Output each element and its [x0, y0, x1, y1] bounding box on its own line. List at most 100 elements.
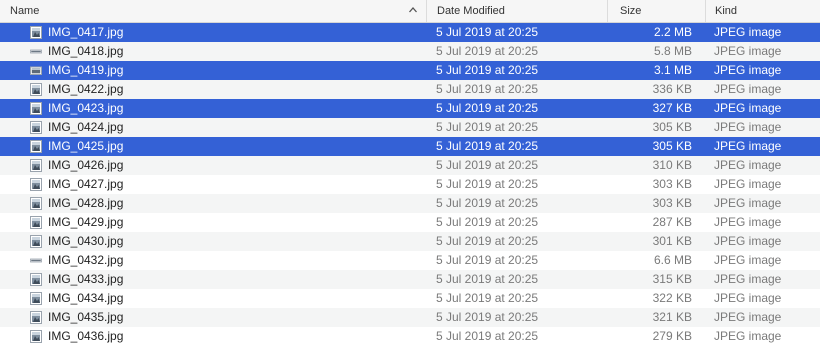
file-row[interactable]: IMG_0427.jpg 5 Jul 2019 at 20:25 303 KB JPE…: [0, 175, 820, 194]
file-name-cell: IMG_0427.jpg: [0, 175, 427, 194]
file-name-cell: IMG_0428.jpg: [0, 194, 427, 213]
column-header-date-modified[interactable]: Date Modified: [427, 0, 608, 22]
file-kind: JPEG image: [714, 158, 782, 172]
file-row[interactable]: IMG_0430.jpg 5 Jul 2019 at 20:25 301 KB JPE…: [0, 232, 820, 251]
portrait-photo-icon: [30, 102, 42, 115]
file-kind: JPEG image: [714, 82, 782, 96]
file-date-modified: 5 Jul 2019 at 20:25: [436, 177, 539, 191]
file-name-cell: IMG_0418.jpg: [0, 42, 427, 61]
file-name: IMG_0424.jpg: [48, 120, 124, 134]
file-kind: JPEG image: [714, 101, 782, 115]
panorama-photo-icon: [30, 45, 42, 58]
file-row[interactable]: IMG_0419.jpg 5 Jul 2019 at 20:25 3.1 MB JPE…: [0, 61, 820, 80]
finder-list-view: Name Date Modified Size Kind IMG_0417.jp…: [0, 0, 820, 344]
landscape-photo-icon: [30, 64, 42, 77]
file-date-modified: 5 Jul 2019 at 20:25: [436, 25, 539, 39]
portrait-photo-icon: [30, 178, 42, 191]
portrait-photo-icon: [30, 273, 42, 286]
file-name-cell: IMG_0426.jpg: [0, 156, 427, 175]
file-name: IMG_0426.jpg: [48, 158, 124, 172]
file-date-modified: 5 Jul 2019 at 20:25: [436, 310, 539, 324]
file-name-cell: IMG_0432.jpg: [0, 251, 427, 270]
portrait-photo-icon: [30, 216, 42, 229]
column-header-name[interactable]: Name: [0, 0, 427, 22]
portrait-photo-icon: [30, 26, 42, 39]
file-date-modified: 5 Jul 2019 at 20:25: [436, 253, 539, 267]
file-name: IMG_0427.jpg: [48, 177, 124, 191]
file-date-modified: 5 Jul 2019 at 20:25: [436, 139, 539, 153]
file-name: IMG_0434.jpg: [48, 291, 124, 305]
file-kind: JPEG image: [714, 272, 782, 286]
file-row[interactable]: IMG_0422.jpg 5 Jul 2019 at 20:25 336 KB JPE…: [0, 80, 820, 99]
chevron-up-icon: [409, 7, 417, 13]
file-size: 3.1 MB: [653, 63, 692, 77]
file-size: 322 KB: [652, 291, 692, 305]
file-row[interactable]: IMG_0436.jpg 5 Jul 2019 at 20:25 279 KB JPE…: [0, 327, 820, 344]
portrait-photo-icon: [30, 235, 42, 248]
file-row[interactable]: IMG_0428.jpg 5 Jul 2019 at 20:25 303 KB JPE…: [0, 194, 820, 213]
file-row[interactable]: IMG_0433.jpg 5 Jul 2019 at 20:25 315 KB JPE…: [0, 270, 820, 289]
file-row[interactable]: IMG_0417.jpg 5 Jul 2019 at 20:25 2.2 MB JPE…: [0, 23, 820, 42]
file-date-modified: 5 Jul 2019 at 20:25: [436, 196, 539, 210]
file-kind: JPEG image: [714, 44, 782, 58]
column-header-date-label: Date Modified: [437, 5, 505, 17]
file-row[interactable]: IMG_0435.jpg 5 Jul 2019 at 20:25 321 KB JPE…: [0, 308, 820, 327]
file-name-cell: IMG_0422.jpg: [0, 80, 427, 99]
file-row[interactable]: IMG_0429.jpg 5 Jul 2019 at 20:25 287 KB JPE…: [0, 213, 820, 232]
file-row[interactable]: IMG_0424.jpg 5 Jul 2019 at 20:25 305 KB JPE…: [0, 118, 820, 137]
file-name: IMG_0419.jpg: [48, 63, 124, 77]
portrait-photo-icon: [30, 83, 42, 96]
file-row[interactable]: IMG_0434.jpg 5 Jul 2019 at 20:25 322 KB JPE…: [0, 289, 820, 308]
file-size: 5.8 MB: [653, 44, 692, 58]
file-name-cell: IMG_0433.jpg: [0, 270, 427, 289]
file-kind: JPEG image: [714, 120, 782, 134]
file-date-modified: 5 Jul 2019 at 20:25: [436, 329, 539, 343]
panorama-photo-icon: [30, 254, 42, 267]
file-name-cell: IMG_0429.jpg: [0, 213, 427, 232]
file-size: 303 KB: [652, 196, 692, 210]
file-name-cell: IMG_0436.jpg: [0, 327, 427, 344]
file-date-modified: 5 Jul 2019 at 20:25: [436, 120, 539, 134]
file-date-modified: 5 Jul 2019 at 20:25: [436, 234, 539, 248]
file-name: IMG_0429.jpg: [48, 215, 124, 229]
file-list: IMG_0417.jpg 5 Jul 2019 at 20:25 2.2 MB JPE…: [0, 23, 820, 344]
file-name-cell: IMG_0417.jpg: [0, 23, 427, 42]
file-size: 327 KB: [652, 101, 692, 115]
file-name-cell: IMG_0423.jpg: [0, 99, 427, 118]
portrait-photo-icon: [30, 140, 42, 153]
portrait-photo-icon: [30, 311, 42, 324]
file-size: 303 KB: [652, 177, 692, 191]
file-row[interactable]: IMG_0425.jpg 5 Jul 2019 at 20:25 305 KB JPE…: [0, 137, 820, 156]
file-date-modified: 5 Jul 2019 at 20:25: [436, 272, 539, 286]
file-size: 279 KB: [652, 329, 692, 343]
file-date-modified: 5 Jul 2019 at 20:25: [436, 63, 539, 77]
file-row[interactable]: IMG_0418.jpg 5 Jul 2019 at 20:25 5.8 MB JPE…: [0, 42, 820, 61]
column-header-kind-label: Kind: [715, 5, 738, 17]
portrait-photo-icon: [30, 121, 42, 134]
file-kind: JPEG image: [714, 329, 782, 343]
file-row[interactable]: IMG_0432.jpg 5 Jul 2019 at 20:25 6.6 MB JPE…: [0, 251, 820, 270]
file-size: 321 KB: [652, 310, 692, 324]
file-date-modified: 5 Jul 2019 at 20:25: [436, 215, 539, 229]
file-row[interactable]: IMG_0423.jpg 5 Jul 2019 at 20:25 327 KB JPE…: [0, 99, 820, 118]
file-kind: JPEG image: [714, 215, 782, 229]
file-name: IMG_0432.jpg: [48, 253, 124, 267]
file-date-modified: 5 Jul 2019 at 20:25: [436, 291, 539, 305]
file-name-cell: IMG_0425.jpg: [0, 137, 427, 156]
file-date-modified: 5 Jul 2019 at 20:25: [436, 158, 539, 172]
file-kind: JPEG image: [714, 177, 782, 191]
file-row[interactable]: IMG_0426.jpg 5 Jul 2019 at 20:25 310 KB JPE…: [0, 156, 820, 175]
column-header-size[interactable]: Size: [608, 0, 706, 22]
file-name: IMG_0433.jpg: [48, 272, 124, 286]
column-header-kind[interactable]: Kind: [706, 0, 820, 22]
file-kind: JPEG image: [714, 196, 782, 210]
file-size: 301 KB: [652, 234, 692, 248]
file-name-cell: IMG_0435.jpg: [0, 308, 427, 327]
file-size: 6.6 MB: [653, 253, 692, 267]
file-size: 287 KB: [652, 215, 692, 229]
file-name: IMG_0435.jpg: [48, 310, 124, 324]
file-kind: JPEG image: [714, 234, 782, 248]
file-name: IMG_0418.jpg: [48, 44, 124, 58]
portrait-photo-icon: [30, 292, 42, 305]
file-kind: JPEG image: [714, 253, 782, 267]
